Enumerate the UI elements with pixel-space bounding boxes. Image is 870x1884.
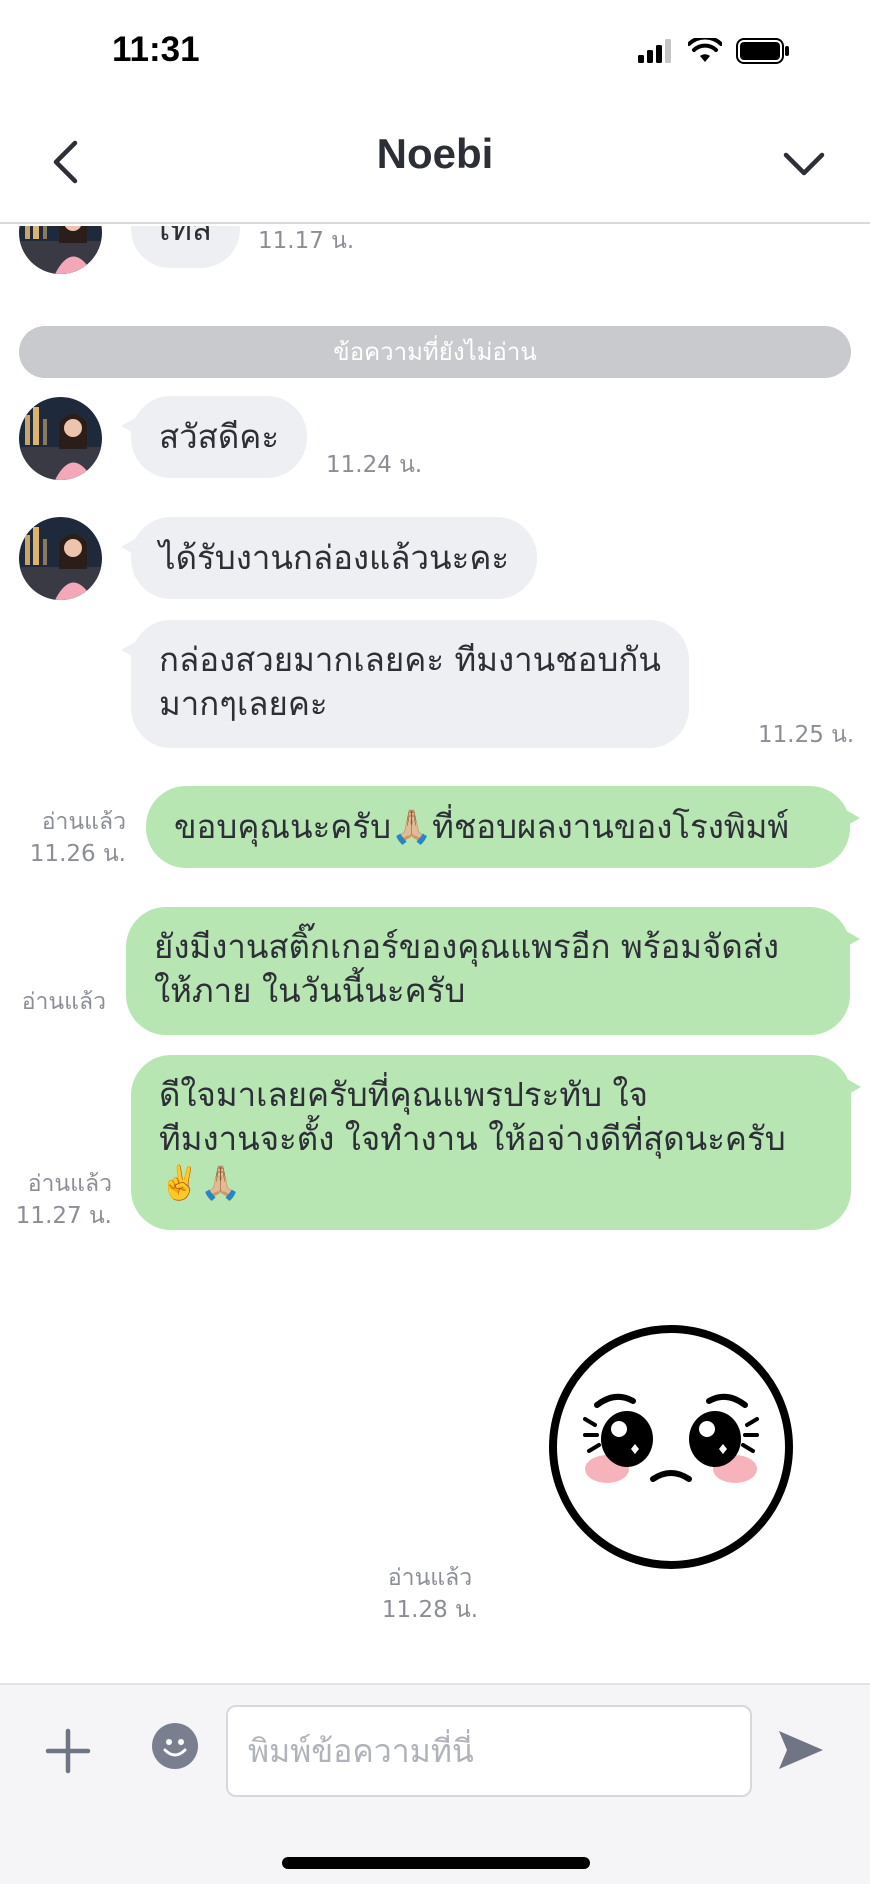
message-input[interactable] xyxy=(226,1705,752,1797)
read-label: อ่านแล้ว xyxy=(21,989,106,1015)
message-text-line: ทีมงานจะตั้ง ใจทำงาน ให้อจ่างดีที่สุดนะค… xyxy=(159,1119,786,1158)
chat-area[interactable]: เทส 11.17 น. ข้อความที่ยังไม่อ่าน สวัสดี… xyxy=(0,226,870,1683)
read-receipt: อ่านแล้ว 11.28 น. xyxy=(360,1562,500,1626)
chat-menu-button[interactable] xyxy=(776,136,832,192)
home-indicator[interactable] xyxy=(282,1857,590,1869)
message-bubble[interactable]: ยังมีงานสติ๊กเกอร์ของคุณแพรอีก พร้อมจัดส… xyxy=(126,907,860,1035)
avatar[interactable] xyxy=(19,517,102,600)
read-receipt: อ่านแล้ว 11.27 น. xyxy=(14,1168,112,1232)
send-icon xyxy=(779,1731,823,1769)
status-time: 11:31 xyxy=(112,30,200,69)
message-text: ขอบคุณนะครับ🙏🏼ที่ชอบผลงานของโรงพิมพ์ xyxy=(174,807,790,846)
status-icons xyxy=(638,38,790,64)
unread-divider: ข้อความที่ยังไม่อ่าน xyxy=(19,326,851,378)
message-text: ได้รับงานกล่องแล้วนะคะ xyxy=(159,538,510,577)
plus-icon xyxy=(45,1728,91,1774)
send-button[interactable] xyxy=(776,1727,826,1773)
chevron-down-icon xyxy=(783,152,825,176)
plus-button[interactable] xyxy=(42,1725,94,1777)
message-bubble[interactable]: ขอบคุณนะครับ🙏🏼ที่ชอบผลงานของโรงพิมพ์ xyxy=(146,786,860,868)
message-bubble[interactable]: ได้รับงานกล่องแล้วนะคะ xyxy=(121,517,538,599)
read-receipt: อ่านแล้ว 11.26 น. xyxy=(20,806,126,870)
message-text-line: ✌️🙏🏼 xyxy=(159,1163,242,1202)
message-time: 11.28 น. xyxy=(381,1597,479,1623)
message-time: 11.25 น. xyxy=(758,722,855,748)
read-label: อ่านแล้ว xyxy=(387,1565,473,1591)
message-bubble[interactable]: กล่องสวยมากเลยคะ ทีมงานชอบกัน มากๆเลยคะ xyxy=(121,620,689,748)
status-bar: 11:31 xyxy=(0,0,870,100)
composer-bar xyxy=(0,1683,870,1884)
message-text-line: มากๆเลยคะ xyxy=(159,684,328,723)
avatar[interactable] xyxy=(19,397,102,480)
message-text: สวัสดีคะ xyxy=(159,417,280,456)
message-bubble[interactable]: เทส xyxy=(121,226,241,268)
signal-icon xyxy=(638,39,671,63)
message-text-line: กล่องสวยมากเลยคะ ทีมงานชอบกัน xyxy=(159,640,661,679)
emoji-icon xyxy=(163,1739,187,1757)
emoji-button[interactable] xyxy=(152,1723,198,1769)
battery-icon xyxy=(736,38,789,64)
wifi-icon xyxy=(688,38,722,62)
message-bubble[interactable]: สวัสดีคะ xyxy=(121,396,308,478)
read-label: อ่านแล้ว xyxy=(41,809,126,835)
chat-header: Noebi xyxy=(0,100,870,224)
read-label: อ่านแล้ว xyxy=(27,1171,112,1197)
message-time: 11.24 น. xyxy=(326,452,423,478)
crying-face-sticker[interactable] xyxy=(545,1321,797,1573)
message-text: เทส xyxy=(159,226,213,248)
message-text-line: ให้ภาย ในวันนี้นะครับ xyxy=(154,971,466,1010)
chat-title: Noebi xyxy=(376,130,494,177)
message-text-line: ยังมีงานสติ๊กเกอร์ของคุณแพรอีก พร้อมจัดส… xyxy=(154,927,780,966)
message-time: 11.26 น. xyxy=(29,841,126,867)
message-time: 11.17 น. xyxy=(258,228,355,254)
message-text-line: ดีใจมาเลยครับที่คุณแพรประทับ ใจ xyxy=(159,1075,648,1114)
avatar[interactable] xyxy=(19,226,102,274)
message-bubble[interactable]: ดีใจมาเลยครับที่คุณแพรประทับ ใจ ทีมงานจะ… xyxy=(131,1055,861,1230)
read-receipt: อ่านแล้ว xyxy=(14,986,106,1018)
message-time: 11.27 น. xyxy=(15,1203,112,1229)
